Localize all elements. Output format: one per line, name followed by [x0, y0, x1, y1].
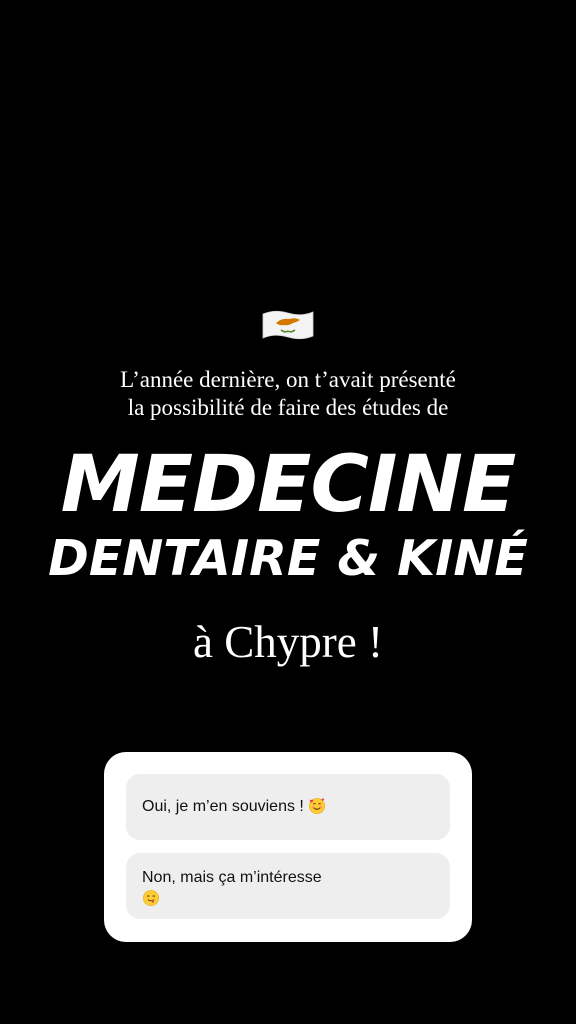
poll-option-label: Oui, je m’en souviens !: [142, 798, 309, 815]
intro-line-2: la possibilité de faire des études de: [127, 395, 449, 420]
intro-line-1: L’année dernière, on t’avait présenté: [120, 367, 456, 392]
poll-option-yes[interactable]: Oui, je m’en souviens !: [126, 774, 450, 840]
headline-medecine: MEDECINE: [60, 440, 517, 530]
face-savoring-food-icon: [143, 890, 159, 906]
cyprus-flag-icon: [262, 310, 314, 340]
location-text: à Chypre !: [193, 617, 383, 667]
smiling-face-with-hearts-icon: [309, 798, 326, 814]
poll-option-no[interactable]: Non, mais ça m’intéresse: [126, 853, 450, 919]
poll-card: Oui, je m’en souviens ! Non, mais ça m’i…: [104, 752, 472, 942]
poll-option-label: Non, mais ça m’intéresse: [142, 869, 322, 886]
headline-dentaire-kine: DENTAIRE & KINÉ: [48, 530, 528, 587]
